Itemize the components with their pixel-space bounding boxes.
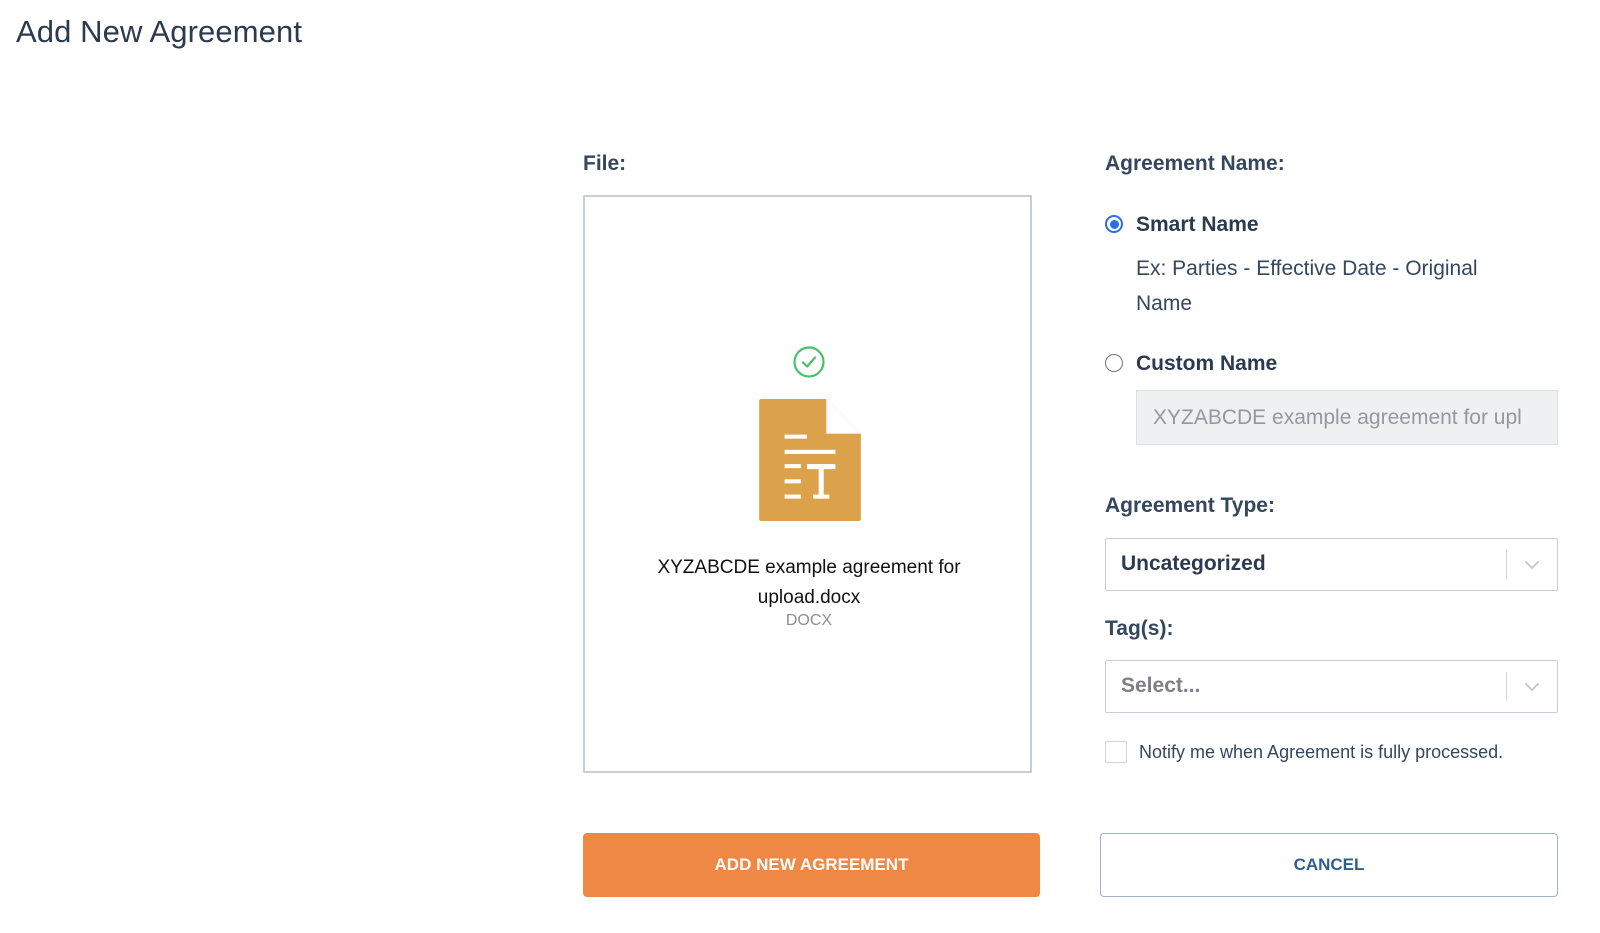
custom-name-label[interactable]: Custom Name xyxy=(1136,352,1277,376)
chevron-down-icon[interactable] xyxy=(1523,556,1541,574)
file-drop-zone[interactable]: XYZABCDE example agreement for upload.do… xyxy=(583,195,1032,773)
uploaded-file-name: XYZABCDE example agreement for upload.do… xyxy=(657,557,961,608)
agreement-type-select[interactable]: Uncategorized xyxy=(1105,538,1558,591)
select-separator xyxy=(1506,550,1507,579)
file-label: File: xyxy=(583,152,627,175)
tags-select[interactable]: Select... xyxy=(1105,660,1558,713)
smart-name-radio[interactable] xyxy=(1105,215,1123,233)
smart-name-example: Ex: Parties - Effective Date - Original … xyxy=(1136,257,1478,315)
custom-name-input[interactable] xyxy=(1136,390,1558,445)
cancel-button[interactable]: CANCEL xyxy=(1100,833,1558,897)
tags-label: Tag(s): xyxy=(1105,617,1174,640)
page-title: Add New Agreement xyxy=(16,14,303,49)
notify-label[interactable]: Notify me when Agreement is fully proces… xyxy=(1139,742,1503,763)
notify-checkbox[interactable] xyxy=(1105,741,1127,763)
select-separator xyxy=(1506,672,1507,701)
agreement-name-label: Agreement Name: xyxy=(1105,152,1285,175)
add-agreement-page: Add New Agreement File: XYZABCDE example… xyxy=(0,0,1600,933)
add-new-agreement-button[interactable]: ADD NEW AGREEMENT xyxy=(583,833,1040,897)
agreement-type-label: Agreement Type: xyxy=(1105,494,1275,517)
smart-name-label[interactable]: Smart Name xyxy=(1136,213,1259,237)
document-text-icon xyxy=(759,399,861,521)
custom-name-radio[interactable] xyxy=(1105,354,1123,372)
agreement-type-value: Uncategorized xyxy=(1121,552,1266,575)
check-circle-icon xyxy=(793,346,825,378)
uploaded-file-type: DOCX xyxy=(785,612,833,629)
chevron-down-icon[interactable] xyxy=(1523,678,1541,696)
tags-placeholder: Select... xyxy=(1121,674,1201,697)
